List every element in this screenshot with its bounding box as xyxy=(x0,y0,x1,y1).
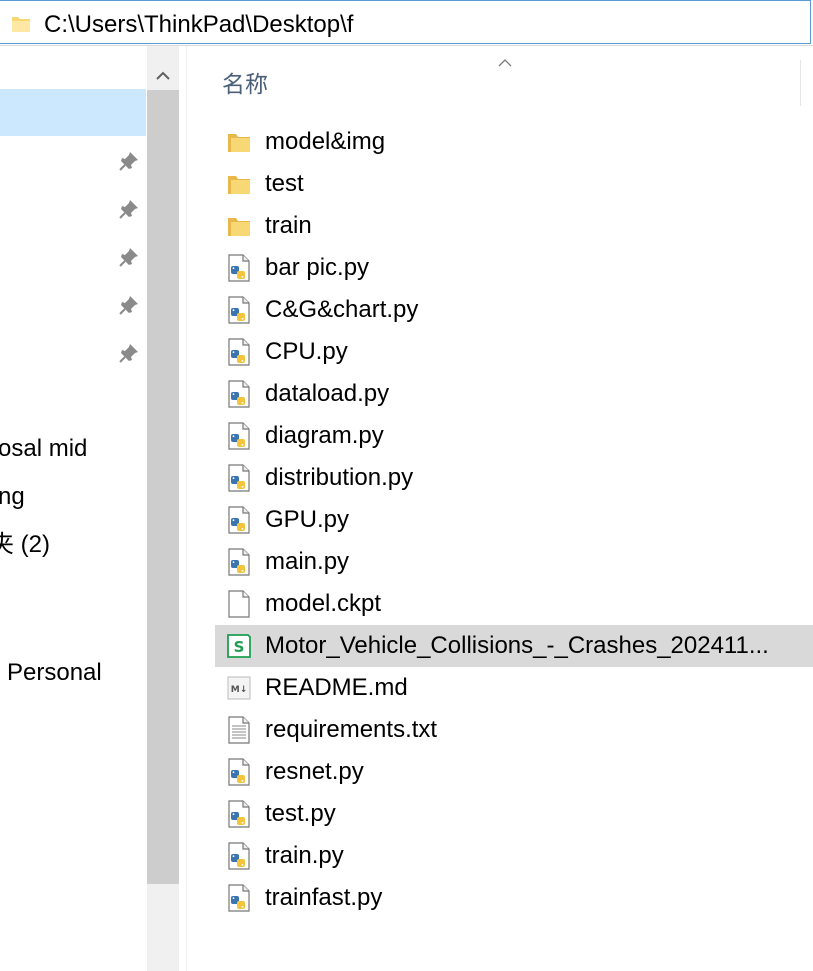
python-file-icon xyxy=(226,506,252,534)
python-file-icon xyxy=(226,254,252,282)
python-file-icon xyxy=(226,296,252,324)
address-bar-box[interactable]: C:\Users\ThinkPad\Desktop\f xyxy=(0,0,811,44)
file-row[interactable]: M↓ README.md xyxy=(215,667,813,709)
python-file-icon xyxy=(226,842,252,870)
pin-icon[interactable] xyxy=(118,342,140,364)
python-file-icon xyxy=(226,758,252,786)
nav-item-folder-2[interactable]: 夹 (2) xyxy=(0,531,50,559)
file-name: Motor_Vehicle_Collisions_-_Crashes_20241… xyxy=(265,632,769,659)
nav-scrollbar[interactable] xyxy=(147,46,179,971)
folder-icon xyxy=(226,128,252,156)
file-name: dataload.py xyxy=(265,380,390,407)
file-icon xyxy=(226,590,252,618)
address-bar[interactable]: C:\Users\ThinkPad\Desktop\f xyxy=(0,0,813,46)
file-row[interactable]: C&G&chart.py xyxy=(215,289,813,331)
file-row[interactable]: train xyxy=(215,205,813,247)
nav-selected-item[interactable] xyxy=(0,89,146,136)
file-row[interactable]: main.py xyxy=(215,541,813,583)
file-row[interactable]: resnet.py xyxy=(215,751,813,793)
file-name: trainfast.py xyxy=(265,884,383,911)
address-path[interactable]: C:\Users\ThinkPad\Desktop\f xyxy=(44,12,353,38)
file-name: GPU.py xyxy=(265,506,350,533)
file-name: README.md xyxy=(265,674,408,701)
file-row[interactable]: trainfast.py xyxy=(215,877,813,919)
folder-icon xyxy=(226,170,252,198)
python-file-icon xyxy=(226,884,252,912)
file-name: train.py xyxy=(265,842,344,869)
file-list: model&img test train bar pic.py C&G&chart.py… xyxy=(215,121,813,919)
file-row[interactable]: model&img xyxy=(215,121,813,163)
file-name: CPU.py xyxy=(265,338,348,365)
svg-text:S: S xyxy=(234,638,245,656)
file-name: bar pic.py xyxy=(265,254,370,281)
file-row[interactable]: test xyxy=(215,163,813,205)
file-row[interactable]: bar pic.py xyxy=(215,247,813,289)
python-file-icon xyxy=(226,338,252,366)
column-divider[interactable] xyxy=(800,60,801,106)
file-name: model&img xyxy=(265,128,386,155)
pin-icon[interactable] xyxy=(118,246,140,268)
folder-icon xyxy=(226,212,252,240)
text-file-icon xyxy=(226,716,252,744)
nav-item-ng[interactable]: ng xyxy=(0,483,25,511)
file-name: C&G&chart.py xyxy=(265,296,419,323)
pane-divider xyxy=(186,46,187,971)
pin-icon[interactable] xyxy=(118,198,140,220)
scroll-thumb[interactable] xyxy=(147,90,179,884)
file-row[interactable]: model.ckpt xyxy=(215,583,813,625)
file-row[interactable]: GPU.py xyxy=(215,499,813,541)
file-name: resnet.py xyxy=(265,758,364,785)
file-row[interactable]: distribution.py xyxy=(215,457,813,499)
file-name: diagram.py xyxy=(265,422,384,449)
file-name: distribution.py xyxy=(265,464,414,491)
scroll-up-button[interactable] xyxy=(147,46,179,90)
folder-icon xyxy=(10,13,32,40)
file-row[interactable]: dataload.py xyxy=(215,373,813,415)
python-file-icon xyxy=(226,548,252,576)
file-row[interactable]: requirements.txt xyxy=(215,709,813,751)
python-file-icon xyxy=(226,380,252,408)
file-row[interactable]: train.py xyxy=(215,835,813,877)
python-file-icon xyxy=(226,464,252,492)
file-name: test xyxy=(265,170,304,197)
svg-text:M↓: M↓ xyxy=(231,685,248,695)
file-name: test.py xyxy=(265,800,336,827)
file-name: requirements.txt xyxy=(265,716,438,743)
file-row[interactable]: test.py xyxy=(215,793,813,835)
chevron-up-icon xyxy=(156,71,170,80)
nav-item-personal[interactable]: Personal xyxy=(7,659,102,687)
file-name: train xyxy=(265,212,312,239)
nav-item-osal-mid[interactable]: osal mid xyxy=(0,435,87,463)
pin-icon[interactable] xyxy=(118,150,140,172)
file-row[interactable]: CPU.py xyxy=(215,331,813,373)
file-name: model.ckpt xyxy=(265,590,382,617)
name-column-header[interactable]: 名称 xyxy=(222,70,268,98)
spreadsheet-file-icon: S xyxy=(226,632,252,660)
python-file-icon xyxy=(226,800,252,828)
file-row[interactable]: diagram.py xyxy=(215,415,813,457)
navigation-pane[interactable]: osal mid ng 夹 (2) Personal xyxy=(0,46,147,971)
file-row[interactable]: S Motor_Vehicle_Collisions_-_Crashes_2024… xyxy=(215,625,813,667)
file-name: main.py xyxy=(265,548,350,575)
markdown-file-icon: M↓ xyxy=(226,674,252,702)
pin-icon[interactable] xyxy=(118,294,140,316)
sort-ascending-icon xyxy=(497,55,513,73)
python-file-icon xyxy=(226,422,252,450)
